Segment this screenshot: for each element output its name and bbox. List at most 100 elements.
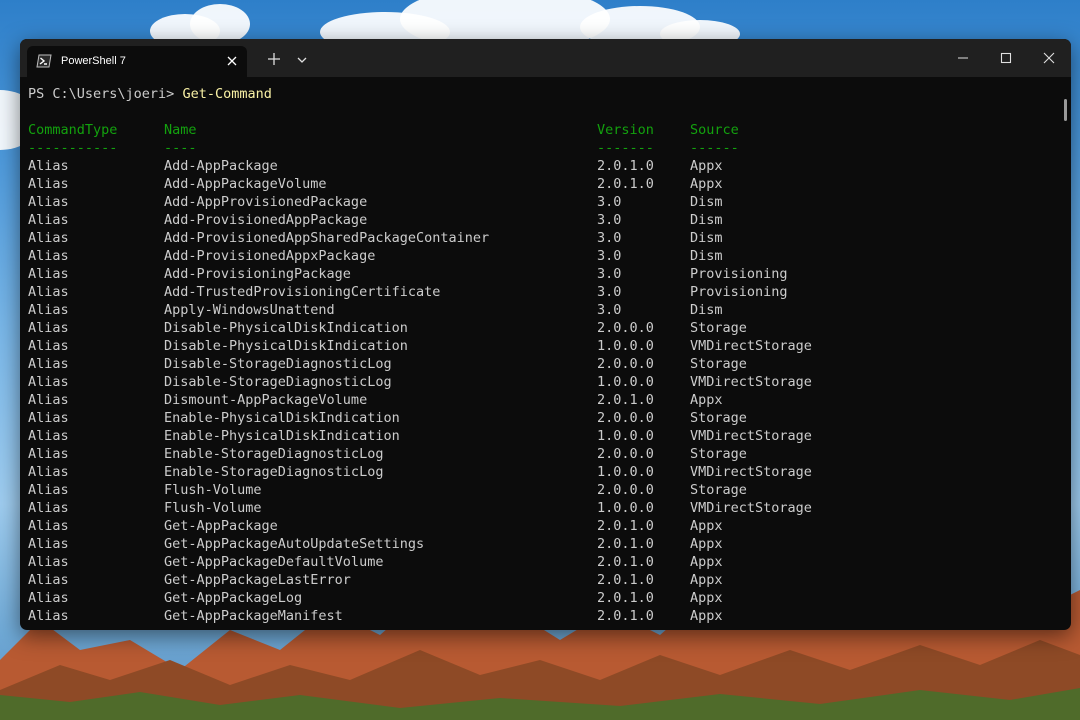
table-row: Alias Flush-Volume 2.0.0.0 Storage: [20, 481, 1060, 499]
command-version: 3.0: [597, 230, 622, 246]
command-type: Alias: [28, 230, 69, 246]
column-header-commandtype: CommandType: [28, 122, 118, 138]
command-version: 2.0.0.0: [597, 320, 654, 336]
command-version: 2.0.0.0: [597, 410, 654, 426]
command-name: Get-AppPackageLog: [164, 590, 303, 606]
table-row: Alias Get-AppPackageLastError 2.0.1.0 Appx: [20, 571, 1060, 589]
command-version: 2.0.0.0: [597, 356, 654, 372]
command-version: 1.0.0.0: [597, 374, 654, 390]
command-source: Appx: [690, 158, 723, 174]
command-version: 2.0.1.0: [597, 536, 654, 552]
command-version: 1.0.0.0: [597, 500, 654, 516]
command-source: Appx: [690, 176, 723, 192]
minimize-icon[interactable]: [957, 52, 969, 64]
command-source: Appx: [690, 590, 723, 606]
command-type: Alias: [28, 554, 69, 570]
separator-version: -------: [597, 140, 654, 156]
command-source: Dism: [690, 194, 723, 210]
separator-name: ----: [164, 140, 197, 156]
table-row: Alias Get-AppPackageDefaultVolume 2.0.1.0 A…: [20, 553, 1060, 571]
command-type: Alias: [28, 158, 69, 174]
command-name: Add-ProvisionedAppxPackage: [164, 248, 376, 264]
command-source: Dism: [690, 212, 723, 228]
command-type: Alias: [28, 482, 69, 498]
table-row: Alias Disable-StorageDiagnosticLog 2.0.0.0…: [20, 355, 1060, 373]
close-tab-icon[interactable]: [225, 54, 239, 68]
command-source: Storage: [690, 410, 747, 426]
command-name: Get-AppPackage: [164, 518, 278, 534]
table-row: Alias Get-AppPackageLog 2.0.1.0 Appx: [20, 589, 1060, 607]
command-type: Alias: [28, 428, 69, 444]
command-version: 1.0.0.0: [597, 428, 654, 444]
tab-powershell[interactable]: PowerShell 7: [27, 46, 247, 77]
command-version: 2.0.1.0: [597, 392, 654, 408]
command-source: VMDirectStorage: [690, 338, 812, 354]
command-name: Flush-Volume: [164, 482, 262, 498]
command-name: Disable-StorageDiagnosticLog: [164, 356, 392, 372]
scrollbar-thumb[interactable]: [1064, 99, 1067, 121]
command-type: Alias: [28, 500, 69, 516]
title-bar[interactable]: PowerShell 7: [20, 39, 1071, 77]
command-version: 3.0: [597, 302, 622, 318]
column-header-version: Version: [597, 122, 654, 138]
tab-title: PowerShell 7: [61, 55, 126, 67]
command-type: Alias: [28, 392, 69, 408]
command-type: Alias: [28, 410, 69, 426]
terminal-window: PowerShell 7 PS C:\Users\joeri> Get-Comm…: [20, 39, 1071, 630]
command-version: 2.0.1.0: [597, 608, 654, 624]
command-source: Dism: [690, 248, 723, 264]
scrollbar[interactable]: [1060, 77, 1071, 630]
command-source: Storage: [690, 356, 747, 372]
prompt-line: PS C:\Users\joeri> Get-Command: [28, 85, 272, 103]
command-source: Dism: [690, 230, 723, 246]
table-row: Alias Enable-PhysicalDiskIndication 1.0.0.…: [20, 427, 1060, 445]
command-source: Appx: [690, 572, 723, 588]
command-type: Alias: [28, 590, 69, 606]
command-name: Get-AppPackageDefaultVolume: [164, 554, 384, 570]
command-type: Alias: [28, 194, 69, 210]
command-version: 3.0: [597, 212, 622, 228]
command-name: Add-AppProvisionedPackage: [164, 194, 368, 210]
command-version: 2.0.0.0: [597, 446, 654, 462]
chevron-down-icon[interactable]: [297, 56, 307, 64]
table-row: Alias Add-ProvisionedAppxPackage 3.0 Dism: [20, 247, 1060, 265]
command-source: Dism: [690, 302, 723, 318]
command-name: Add-AppPackageVolume: [164, 176, 327, 192]
table-row: Alias Get-AppPackageAutoUpdateSettings 2.0…: [20, 535, 1060, 553]
command-name: Disable-StorageDiagnosticLog: [164, 374, 392, 390]
command-source: VMDirectStorage: [690, 428, 812, 444]
command-source: VMDirectStorage: [690, 374, 812, 390]
command-type: Alias: [28, 338, 69, 354]
header-separator: ----------- ---- ------- ------: [20, 139, 1060, 157]
table-row: Alias Add-AppPackage 2.0.1.0 Appx: [20, 157, 1060, 175]
command-source: Appx: [690, 608, 723, 624]
command-name: Apply-WindowsUnattend: [164, 302, 335, 318]
command-version: 2.0.1.0: [597, 176, 654, 192]
command-name: Enable-StorageDiagnosticLog: [164, 464, 384, 480]
command-name: Add-AppPackage: [164, 158, 278, 174]
table-row: Alias Add-AppPackageVolume 2.0.1.0 Appx: [20, 175, 1060, 193]
command-name: Disable-PhysicalDiskIndication: [164, 320, 408, 336]
plus-icon[interactable]: [268, 53, 280, 65]
command-type: Alias: [28, 302, 69, 318]
column-header-source: Source: [690, 122, 739, 138]
command-name: Enable-PhysicalDiskIndication: [164, 428, 400, 444]
command-type: Alias: [28, 446, 69, 462]
command-type: Alias: [28, 608, 69, 624]
maximize-icon[interactable]: [1000, 52, 1012, 64]
command-name: Get-AppPackageAutoUpdateSettings: [164, 536, 425, 552]
terminal-output[interactable]: PS C:\Users\joeri> Get-Command CommandTy…: [20, 77, 1060, 630]
command-version: 2.0.1.0: [597, 572, 654, 588]
command-name: Enable-PhysicalDiskIndication: [164, 410, 400, 426]
command-list: Alias Add-AppPackage 2.0.1.0 Appx Alias Add-A…: [20, 157, 1060, 625]
table-row: Alias Enable-StorageDiagnosticLog 2.0.0.0 S…: [20, 445, 1060, 463]
command-type: Alias: [28, 374, 69, 390]
command-text: Get-Command: [182, 86, 272, 102]
command-version: 3.0: [597, 266, 622, 282]
command-type: Alias: [28, 320, 69, 336]
command-version: 3.0: [597, 194, 622, 210]
command-type: Alias: [28, 176, 69, 192]
close-window-icon[interactable]: [1043, 52, 1055, 64]
command-type: Alias: [28, 518, 69, 534]
command-source: Provisioning: [690, 266, 788, 282]
